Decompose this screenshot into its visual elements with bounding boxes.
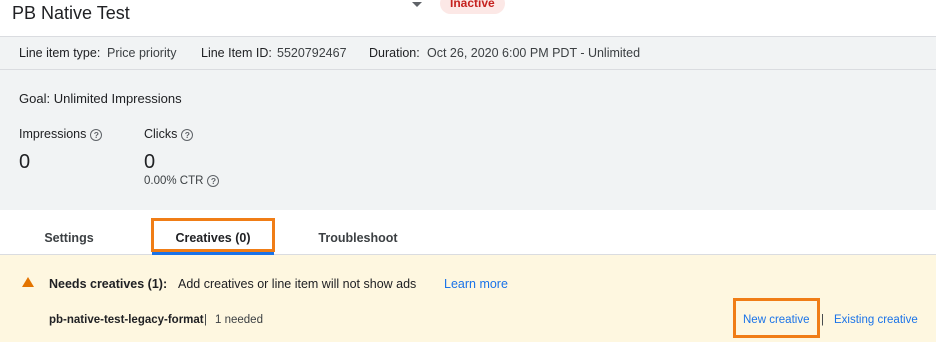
line-item-type-value: Price priority bbox=[107, 46, 177, 60]
line-item-meta-bar: Line item type: Price priority Line Item… bbox=[0, 36, 936, 70]
line-item-type-label: Line item type: bbox=[19, 46, 101, 60]
impressions-stat: Impressions? bbox=[19, 126, 103, 142]
ctr-value: 0.00% CTR bbox=[144, 175, 204, 187]
format-separator: | bbox=[204, 314, 207, 326]
warning-icon bbox=[22, 277, 34, 287]
line-item-id-value: 5520792467 bbox=[277, 46, 347, 60]
needed-count: 1 needed bbox=[215, 314, 263, 326]
alert-text: Add creatives or line item will not show… bbox=[178, 277, 417, 291]
learn-more-link[interactable]: Learn more bbox=[444, 276, 508, 292]
line-item-id-label: Line Item ID: bbox=[201, 46, 272, 60]
goal-value: Unlimited Impressions bbox=[53, 91, 182, 106]
tab-troubleshoot[interactable]: Troubleshoot bbox=[306, 210, 410, 255]
tab-settings[interactable]: Settings bbox=[34, 210, 104, 255]
link-separator: | bbox=[821, 314, 824, 326]
goal-label: Goal: bbox=[19, 91, 51, 106]
help-icon[interactable]: ? bbox=[181, 128, 194, 141]
alert-title: Needs creatives (1): bbox=[49, 277, 168, 291]
tab-bar: Settings Creatives (0) Troubleshoot bbox=[0, 210, 936, 255]
duration-value: Oct 26, 2020 6:00 PM PDT - Unlimited bbox=[427, 46, 641, 60]
help-icon[interactable]: ? bbox=[207, 174, 220, 187]
impressions-value: 0 bbox=[19, 151, 31, 173]
status-badge: Inactive bbox=[440, 0, 505, 14]
page-title: PB Native Test bbox=[12, 3, 130, 23]
goal: Goal: Unlimited Impressions bbox=[19, 91, 182, 107]
dropdown-arrow-icon[interactable] bbox=[412, 2, 422, 7]
help-icon[interactable]: ? bbox=[90, 128, 103, 141]
impressions-label: Impressions bbox=[19, 127, 87, 141]
clicks-stat: Clicks? bbox=[144, 126, 194, 142]
line-item-header: PB Native Test Inactive bbox=[0, 0, 936, 34]
existing-creative-link[interactable]: Existing creative bbox=[834, 313, 918, 328]
duration-label: Duration: bbox=[369, 46, 420, 60]
clicks-label: Clicks bbox=[144, 127, 178, 141]
clicks-value: 0 bbox=[144, 151, 156, 173]
ctr: 0.00% CTR? bbox=[144, 174, 220, 189]
stats-panel: Goal: Unlimited Impressions Impressions?… bbox=[0, 70, 936, 210]
tab-highlight-box bbox=[151, 218, 275, 252]
creative-format-name: pb-native-test-legacy-format bbox=[49, 314, 204, 326]
new-creative-highlight-box bbox=[733, 298, 820, 338]
